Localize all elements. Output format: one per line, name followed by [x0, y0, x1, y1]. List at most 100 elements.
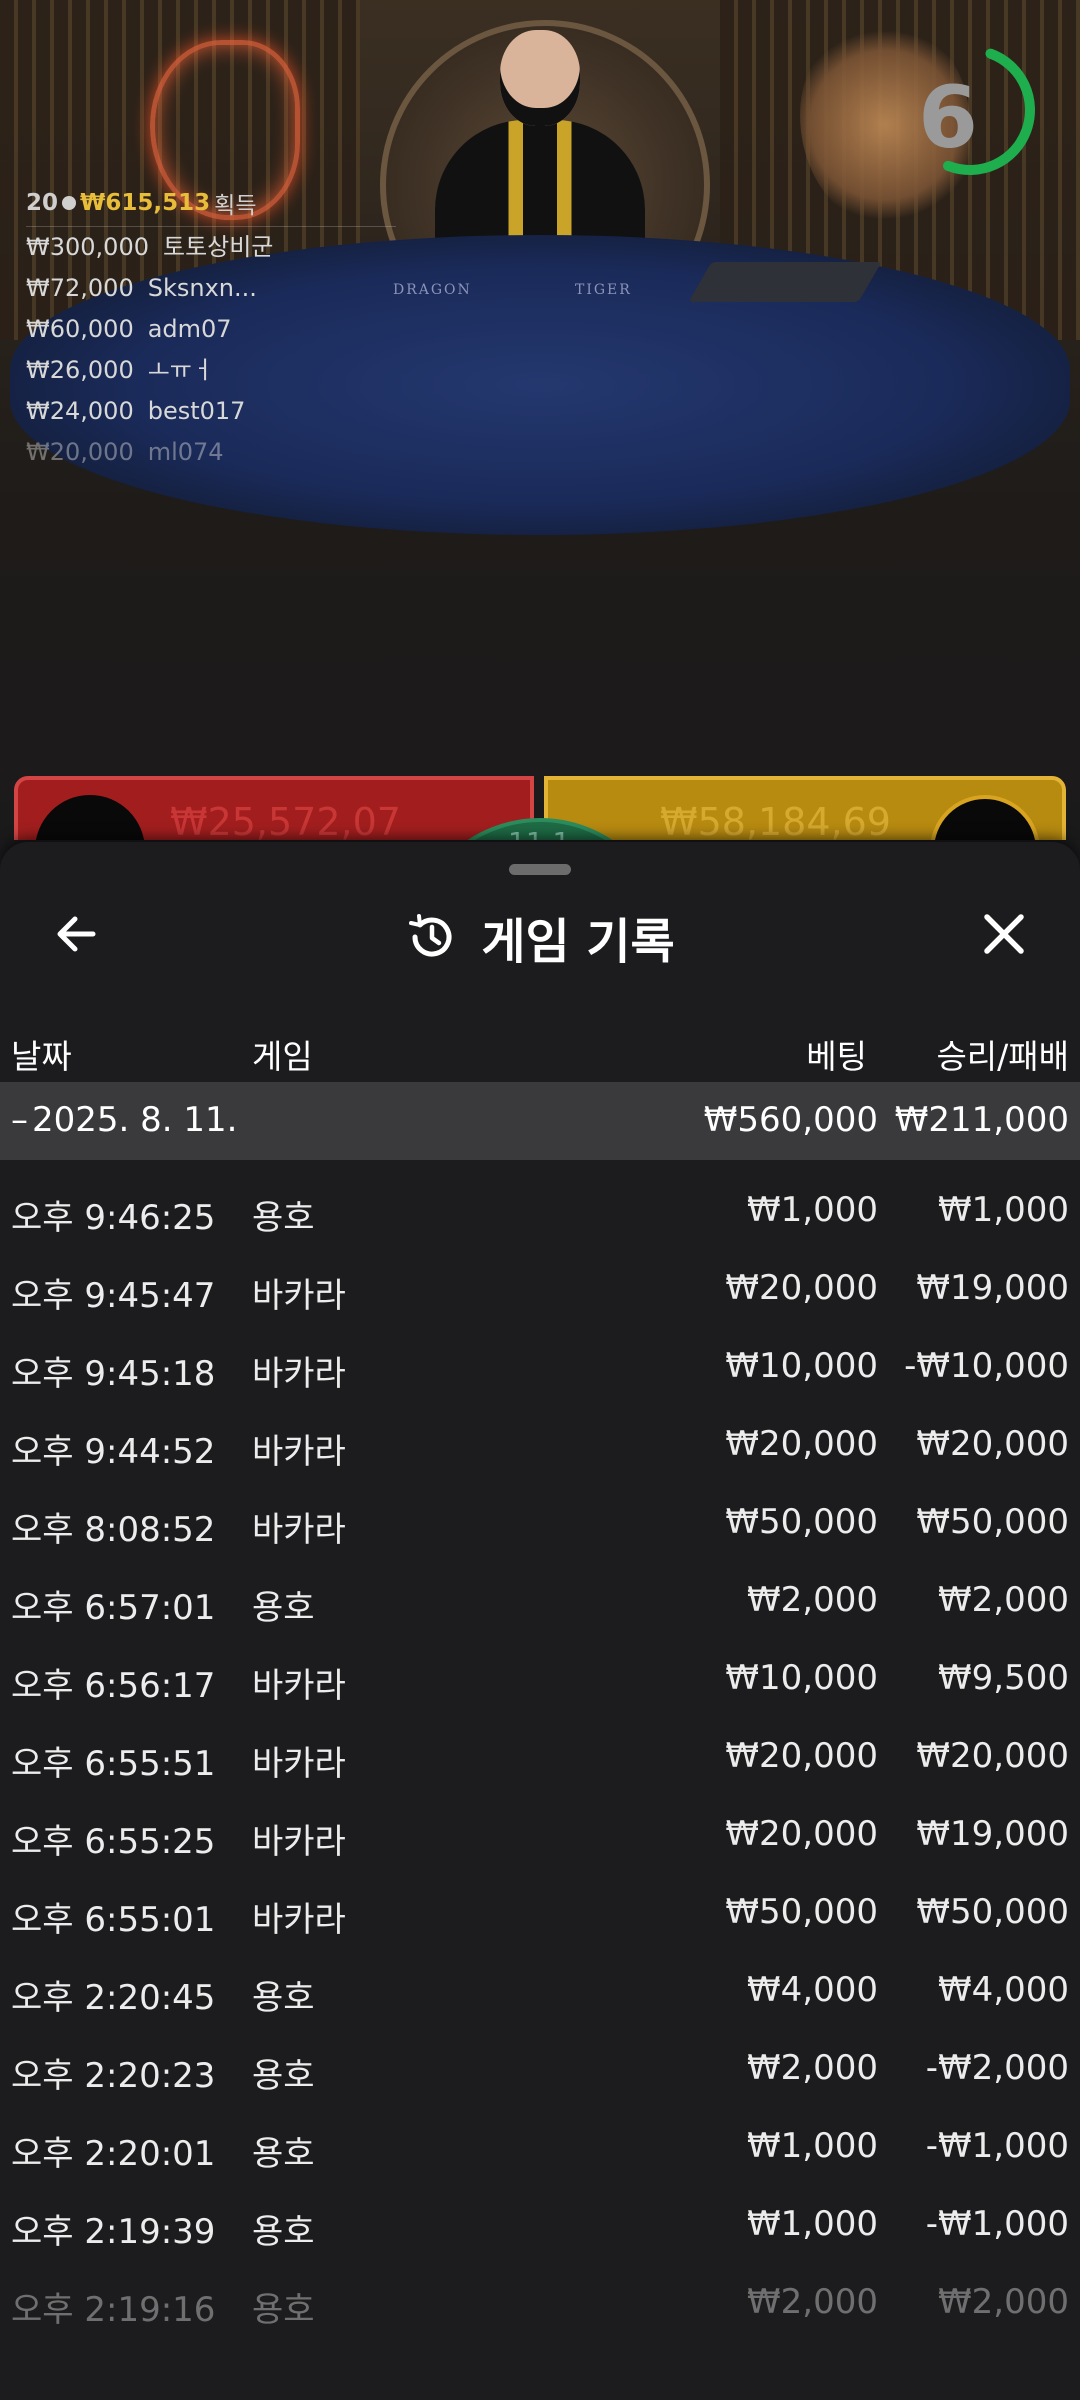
history-clock-icon [409, 914, 452, 957]
history-row[interactable]: 오후 2:19:16 용호 ₩2,000 ₩2,000 [0, 2252, 1080, 2330]
day-result-total: ₩211,000 [894, 1100, 1069, 1140]
winner-row: ₩24,000 best017 [26, 391, 406, 432]
row-result: ₩19,000 [916, 1268, 1069, 1308]
winner-amount: ₩72,000 [26, 274, 134, 302]
row-bet: ₩10,000 [725, 1346, 878, 1386]
row-result: ₩1,000 [938, 1190, 1069, 1230]
history-row[interactable]: 오후 6:56:17 바카라 ₩10,000 ₩9,500 [0, 1628, 1080, 1706]
row-result: ₩2,000 [938, 2282, 1069, 2322]
row-bet: ₩4,000 [747, 1970, 878, 2010]
row-bet: ₩2,000 [747, 2282, 878, 2322]
row-time: 오후 6:55:01 [11, 1900, 216, 1940]
col-date: 날짜 [11, 1037, 72, 1076]
history-row[interactable]: 오후 2:20:45 용호 ₩4,000 ₩4,000 [0, 1940, 1080, 2018]
winners-count: 20 [26, 190, 59, 216]
card-shoe [688, 262, 882, 302]
winner-amount: ₩24,000 [26, 397, 134, 425]
row-time: 오후 2:19:39 [11, 2212, 216, 2252]
table-label-tiger: TIGER [575, 282, 632, 298]
winner-name: ㅗㅠㅓ [147, 356, 214, 384]
row-time: 오후 2:20:45 [11, 1978, 216, 2018]
winner-amount: ₩60,000 [26, 315, 134, 343]
col-bet: 베팅 [806, 1037, 867, 1076]
row-result: ₩2,000 [938, 1580, 1069, 1620]
history-row[interactable]: 오후 2:20:01 용호 ₩1,000 -₩1,000 [0, 2096, 1080, 2174]
row-time: 오후 2:19:16 [11, 2290, 216, 2330]
history-row[interactable]: 오후 8:08:52 바카라 ₩50,000 ₩50,000 [0, 1472, 1080, 1550]
history-column-headers: 날짜 게임 베팅 승리/패배 [0, 1010, 1080, 1082]
close-button[interactable] [968, 898, 1040, 970]
history-row[interactable]: 오후 9:44:52 바카라 ₩20,000 ₩20,000 [0, 1394, 1080, 1472]
winner-name: ml074 [147, 438, 224, 466]
winners-suffix: 획득 [214, 193, 257, 219]
sheet-drag-handle[interactable] [509, 864, 571, 875]
row-bet: ₩1,000 [747, 2126, 878, 2166]
row-game: 용호 [252, 2134, 315, 2174]
live-video: DRAGON TIGER 6 20 ₩615,513 획득 ₩300,000 토토… [0, 0, 1080, 840]
row-bet: ₩50,000 [725, 1502, 878, 1542]
history-row[interactable]: 오후 6:57:01 용호 ₩2,000 ₩2,000 [0, 1550, 1080, 1628]
day-summary-row[interactable]: – 2025. 8. 11. ₩560,000 ₩211,000 [0, 1082, 1080, 1160]
winner-name: adm07 [147, 315, 232, 343]
col-game: 게임 [252, 1037, 313, 1076]
winner-amount: ₩300,000 [26, 233, 149, 261]
row-result: -₩1,000 [925, 2126, 1069, 2166]
history-row[interactable]: 오후 9:45:18 바카라 ₩10,000 -₩10,000 [0, 1316, 1080, 1394]
tie-value: 11.1 [508, 826, 570, 840]
winners-total: ₩615,513 [80, 190, 211, 216]
history-row[interactable]: 오후 9:46:25 용호 ₩1,000 ₩1,000 [0, 1160, 1080, 1238]
row-result: ₩9,500 [938, 1658, 1069, 1698]
row-bet: ₩20,000 [725, 1424, 878, 1464]
row-result: -₩1,000 [925, 2204, 1069, 2244]
row-bet: ₩20,000 [725, 1814, 878, 1854]
row-time: 오후 2:20:23 [11, 2056, 216, 2096]
col-result: 승리/패배 [936, 1037, 1069, 1076]
winner-row: ₩60,000 adm07 [26, 309, 406, 350]
history-row[interactable]: 오후 6:55:51 바카라 ₩20,000 ₩20,000 [0, 1706, 1080, 1784]
row-bet: ₩2,000 [747, 2048, 878, 2088]
winner-row: ₩72,000 Sksnxn... [26, 268, 406, 309]
row-game: 바카라 [252, 1276, 346, 1316]
history-row[interactable]: 오후 2:20:23 용호 ₩2,000 -₩2,000 [0, 2018, 1080, 2096]
history-row[interactable]: 오후 6:55:25 바카라 ₩20,000 ₩19,000 [0, 1784, 1080, 1862]
row-bet: ₩10,000 [725, 1658, 878, 1698]
row-result: -₩2,000 [925, 2048, 1069, 2088]
day-date: 2025. 8. 11. [32, 1100, 238, 1140]
sheet-header: 게임 기록 [0, 882, 1080, 992]
row-game: 바카라 [252, 1822, 346, 1862]
row-time: 오후 6:56:17 [11, 1666, 216, 1706]
winner-amount: ₩20,000 [26, 438, 134, 466]
row-time: 오후 9:46:25 [11, 1198, 216, 1238]
row-game: 용호 [252, 1198, 315, 1238]
row-time: 오후 9:44:52 [11, 1432, 216, 1472]
winner-name: 토토상비군 [162, 233, 274, 261]
history-row[interactable]: 오후 6:55:01 바카라 ₩50,000 ₩50,000 [0, 1862, 1080, 1940]
row-result: ₩50,000 [916, 1502, 1069, 1542]
dealer-head [500, 30, 580, 126]
row-result: -₩10,000 [904, 1346, 1069, 1386]
day-bet-total: ₩560,000 [703, 1100, 878, 1140]
row-game: 바카라 [252, 1510, 346, 1550]
row-bet: ₩50,000 [725, 1892, 878, 1932]
sheet-title: 게임 기록 [481, 914, 675, 970]
history-row[interactable]: 오후 2:19:39 용호 ₩1,000 -₩1,000 [0, 2174, 1080, 2252]
row-result: ₩4,000 [938, 1970, 1069, 2010]
row-time: 오후 2:20:01 [11, 2134, 216, 2174]
row-game: 바카라 [252, 1432, 346, 1472]
row-game: 용호 [252, 2212, 315, 2252]
history-list: 오후 9:46:25 용호 ₩1,000 ₩1,000 오후 9:45:47 바카라 ₩2… [0, 1160, 1080, 2330]
winner-row: ₩26,000 ㅗㅠㅓ [26, 350, 406, 391]
tiger-total: ₩58,184,69 [660, 800, 891, 840]
row-time: 오후 6:55:51 [11, 1744, 216, 1784]
row-game: 바카라 [252, 1900, 346, 1940]
row-bet: ₩1,000 [747, 2204, 878, 2244]
row-bet: ₩20,000 [725, 1268, 878, 1308]
row-time: 오후 6:57:01 [11, 1588, 216, 1628]
row-bet: ₩2,000 [747, 1580, 878, 1620]
row-result: ₩50,000 [916, 1892, 1069, 1932]
winners-header: 20 ₩615,513 획득 [26, 186, 396, 227]
history-row[interactable]: 오후 9:45:47 바카라 ₩20,000 ₩19,000 [0, 1238, 1080, 1316]
person-icon [62, 196, 77, 210]
row-game: 바카라 [252, 1744, 346, 1784]
row-time: 오후 9:45:18 [11, 1354, 216, 1394]
